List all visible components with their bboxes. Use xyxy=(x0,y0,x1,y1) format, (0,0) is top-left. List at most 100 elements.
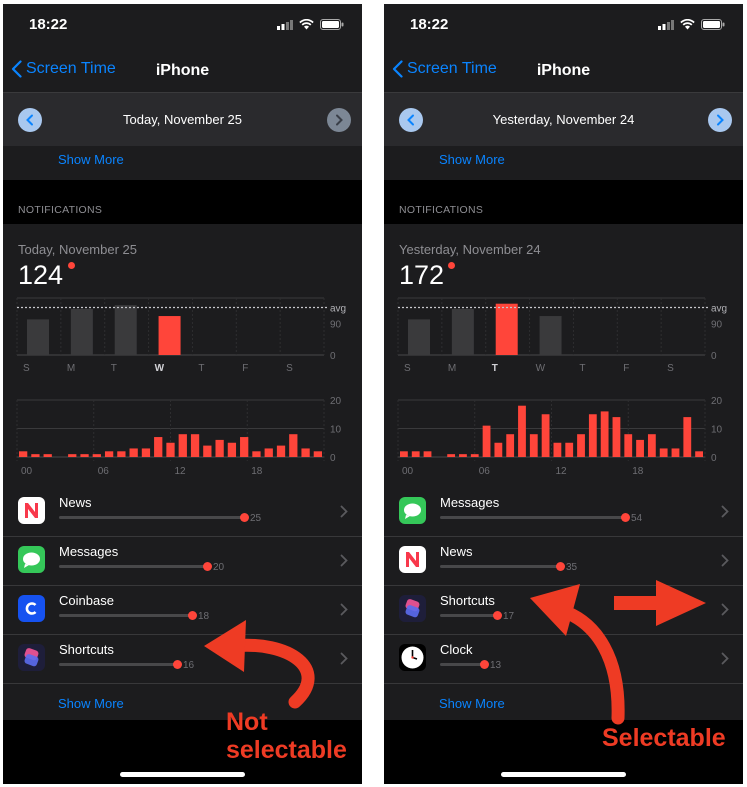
hourly-bar xyxy=(240,437,249,457)
app-icon xyxy=(399,546,426,573)
hourly-bar xyxy=(400,451,408,457)
weekly-day-label: W xyxy=(155,363,165,374)
notification-count: 54 xyxy=(631,513,643,524)
weekly-bar xyxy=(495,303,518,355)
next-day-button[interactable] xyxy=(708,108,732,132)
hourly-bar xyxy=(166,442,175,457)
app-row-news[interactable]: News 35 xyxy=(384,537,743,586)
show-more-top: Show More xyxy=(3,146,362,180)
show-more-link[interactable]: Show More xyxy=(58,696,124,711)
weekly-day-label: M xyxy=(67,363,75,374)
hourly-bar xyxy=(154,437,163,457)
app-row-shortcuts[interactable]: Shortcuts 17 xyxy=(384,586,743,635)
section-header: NOTIFICATIONS xyxy=(3,180,362,224)
hourly-bar xyxy=(227,442,237,457)
hourly-bar xyxy=(683,417,692,457)
weekly-day-label: W xyxy=(536,363,546,374)
chevron-right-icon xyxy=(340,505,348,518)
weekly-day-label: F xyxy=(623,363,629,374)
status-time: 18:22 xyxy=(29,16,68,33)
app-name: Coinbase xyxy=(59,593,114,608)
usage-bar xyxy=(440,614,497,617)
hourly-bar xyxy=(31,454,40,457)
usage-bar xyxy=(59,516,244,519)
status-bar: 18:22 xyxy=(384,4,743,50)
app-name: News xyxy=(59,495,92,510)
chevron-right-icon xyxy=(340,554,348,567)
app-row-messages[interactable]: Messages 54 xyxy=(384,488,743,537)
hourly-x-tick: 06 xyxy=(479,466,491,477)
app-name: Messages xyxy=(59,544,119,559)
usage-bar xyxy=(59,614,192,617)
hourly-bar xyxy=(141,448,151,457)
show-more-link[interactable]: Show More xyxy=(439,696,505,711)
hourly-y-tick: 20 xyxy=(330,396,342,407)
shortcuts-icon xyxy=(18,644,45,671)
app-icon xyxy=(18,644,45,671)
hourly-bar xyxy=(301,448,310,457)
app-icon xyxy=(18,595,45,622)
chevron-right-icon xyxy=(340,652,348,665)
battery-icon xyxy=(701,19,725,30)
weekly-day-label: T xyxy=(492,363,498,374)
app-row-shortcuts: Shortcuts 16 xyxy=(3,635,362,684)
app-icon xyxy=(399,595,426,622)
hourly-bar xyxy=(529,434,538,457)
hourly-bar xyxy=(482,425,491,457)
right-phone-screen: 18:22 Screen Time iPhone Yesterday, Nove… xyxy=(384,4,743,784)
hourly-bar xyxy=(92,454,101,457)
usage-bar-end xyxy=(203,562,212,571)
usage-bar xyxy=(59,565,207,568)
hourly-bar xyxy=(494,442,503,457)
hourly-bar xyxy=(43,454,52,457)
wifi-icon xyxy=(680,19,695,30)
weekly-day-label: S xyxy=(23,363,30,374)
page-title: iPhone xyxy=(155,62,210,79)
weekly-tick-label: 90 xyxy=(711,320,723,331)
hourly-bar xyxy=(671,448,680,457)
news-icon xyxy=(18,497,45,524)
annotation-selectable: Selectable xyxy=(602,724,726,752)
show-more-link[interactable]: Show More xyxy=(58,152,124,167)
weekly-avg-label: avg xyxy=(711,304,727,315)
weekly-bar xyxy=(158,316,181,355)
date-label: Today, November 25 xyxy=(123,112,242,127)
weekly-day-label: S xyxy=(667,363,674,374)
hourly-bar xyxy=(411,451,420,457)
show-more-bottom: Show More xyxy=(384,690,743,720)
weekly-bar xyxy=(70,308,93,355)
hourly-bar xyxy=(289,434,298,457)
usage-bar-end xyxy=(493,611,502,620)
show-more-link[interactable]: Show More xyxy=(439,152,505,167)
app-icon xyxy=(18,497,45,524)
usage-bar xyxy=(59,663,177,666)
date-selector: Today, November 25 xyxy=(3,92,362,146)
app-icon xyxy=(399,497,426,524)
hourly-y-tick: 0 xyxy=(330,453,336,464)
shortcuts-icon xyxy=(399,595,426,622)
cellular-signal-icon xyxy=(658,19,674,30)
app-row-clock[interactable]: Clock 13 xyxy=(384,635,743,684)
hourly-x-tick: 06 xyxy=(98,466,110,477)
show-more-top: Show More xyxy=(384,146,743,180)
date-selector: Yesterday, November 24 xyxy=(384,92,743,146)
weekly-day-label: S xyxy=(404,363,411,374)
hourly-bar xyxy=(203,445,212,457)
hourly-bar xyxy=(459,454,467,457)
app-name: Clock xyxy=(440,642,473,657)
hourly-x-tick: 12 xyxy=(556,466,568,477)
hourly-y-tick: 10 xyxy=(330,425,342,436)
weekly-tick-label: 0 xyxy=(330,351,336,362)
coinbase-icon xyxy=(18,595,45,622)
hourly-bar xyxy=(80,454,89,457)
hourly-bar xyxy=(178,434,187,457)
hourly-bar xyxy=(600,411,609,457)
hourly-bar xyxy=(470,454,479,457)
hourly-bar xyxy=(423,451,432,457)
hourly-y-tick: 20 xyxy=(711,396,723,407)
notification-count: 25 xyxy=(250,513,262,524)
next-day-button xyxy=(327,108,351,132)
wifi-icon xyxy=(299,19,314,30)
weekly-bar xyxy=(451,308,474,355)
page-title: iPhone xyxy=(536,62,591,79)
